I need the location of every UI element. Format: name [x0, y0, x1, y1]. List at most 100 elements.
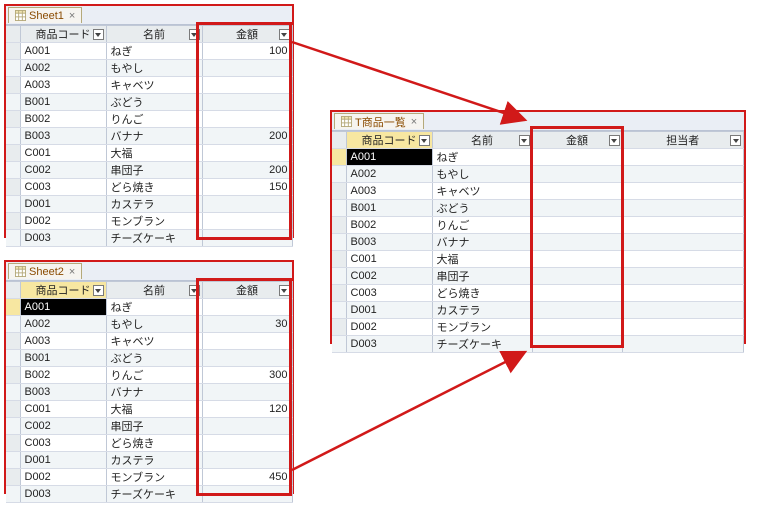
- grid-sheet1[interactable]: 商品コード 名前 金額 A001ねぎ100A002もやしA003キャベツB001…: [6, 25, 293, 247]
- cell-amount[interactable]: [202, 350, 292, 367]
- cell-code[interactable]: D003: [346, 336, 432, 353]
- cell-amount[interactable]: [202, 94, 292, 111]
- cell-name[interactable]: どら焼き: [432, 285, 532, 302]
- cell-code[interactable]: D003: [20, 486, 106, 503]
- row-selector[interactable]: [6, 401, 20, 418]
- table-row[interactable]: A001ねぎ: [6, 299, 292, 316]
- cell-rep[interactable]: [622, 336, 744, 353]
- cell-name[interactable]: モンブラン: [106, 469, 202, 486]
- table-row[interactable]: D001カステラ: [332, 302, 744, 319]
- cell-name[interactable]: キャベツ: [106, 77, 202, 94]
- chevron-down-icon[interactable]: [279, 29, 290, 40]
- cell-amount[interactable]: [202, 435, 292, 452]
- cell-amount[interactable]: [532, 302, 622, 319]
- cell-code[interactable]: B001: [20, 350, 106, 367]
- cell-code[interactable]: A003: [20, 333, 106, 350]
- cell-code[interactable]: C001: [20, 401, 106, 418]
- cell-amount[interactable]: 150: [202, 179, 292, 196]
- row-selector[interactable]: [6, 469, 20, 486]
- cell-amount[interactable]: 300: [202, 367, 292, 384]
- chevron-down-icon[interactable]: [279, 285, 290, 296]
- grid-target[interactable]: 商品コード 名前 金額 担当者 A001ねぎA002もやしA003キャベツB00…: [332, 131, 744, 353]
- row-selector[interactable]: [6, 299, 20, 316]
- cell-name[interactable]: 大福: [106, 145, 202, 162]
- table-row[interactable]: C003どら焼き150: [6, 179, 292, 196]
- cell-code[interactable]: C002: [346, 268, 432, 285]
- table-row[interactable]: B001ぶどう: [6, 94, 292, 111]
- row-selector[interactable]: [6, 367, 20, 384]
- row-selector[interactable]: [6, 43, 20, 60]
- cell-code[interactable]: B001: [346, 200, 432, 217]
- cell-amount[interactable]: 120: [202, 401, 292, 418]
- cell-code[interactable]: B002: [346, 217, 432, 234]
- cell-code[interactable]: C003: [20, 435, 106, 452]
- tab-sheet2[interactable]: Sheet2 ×: [8, 263, 82, 279]
- table-row[interactable]: D003チーズケーキ: [6, 230, 292, 247]
- col-header-name[interactable]: 名前: [106, 26, 202, 43]
- cell-amount[interactable]: [532, 251, 622, 268]
- cell-code[interactable]: A002: [20, 316, 106, 333]
- cell-name[interactable]: 大福: [432, 251, 532, 268]
- cell-name[interactable]: チーズケーキ: [106, 486, 202, 503]
- cell-name[interactable]: バナナ: [106, 384, 202, 401]
- cell-amount[interactable]: 30: [202, 316, 292, 333]
- table-row[interactable]: A003キャベツ: [332, 183, 744, 200]
- cell-amount[interactable]: [202, 77, 292, 94]
- cell-amount[interactable]: [532, 336, 622, 353]
- table-row[interactable]: C002串団子: [332, 268, 744, 285]
- row-selector[interactable]: [6, 128, 20, 145]
- chevron-down-icon[interactable]: [93, 285, 104, 296]
- table-row[interactable]: B003バナナ: [332, 234, 744, 251]
- cell-name[interactable]: ぶどう: [432, 200, 532, 217]
- cell-code[interactable]: C002: [20, 162, 106, 179]
- cell-name[interactable]: 串団子: [106, 418, 202, 435]
- cell-amount[interactable]: [532, 166, 622, 183]
- cell-amount[interactable]: [202, 418, 292, 435]
- cell-name[interactable]: キャベツ: [106, 333, 202, 350]
- row-selector[interactable]: [332, 183, 346, 200]
- cell-code[interactable]: B002: [20, 367, 106, 384]
- row-selector[interactable]: [6, 384, 20, 401]
- table-row[interactable]: B002りんご300: [6, 367, 292, 384]
- table-row[interactable]: A003キャベツ: [6, 333, 292, 350]
- table-row[interactable]: C001大福: [6, 145, 292, 162]
- col-header-code[interactable]: 商品コード: [346, 132, 432, 149]
- cell-rep[interactable]: [622, 268, 744, 285]
- cell-code[interactable]: A001: [20, 43, 106, 60]
- cell-name[interactable]: カステラ: [106, 196, 202, 213]
- cell-name[interactable]: りんご: [106, 367, 202, 384]
- table-row[interactable]: A002もやし: [6, 60, 292, 77]
- row-selector[interactable]: [6, 418, 20, 435]
- table-row[interactable]: D002モンブラン: [6, 213, 292, 230]
- cell-amount[interactable]: [532, 217, 622, 234]
- cell-amount[interactable]: 100: [202, 43, 292, 60]
- cell-amount[interactable]: [532, 285, 622, 302]
- cell-name[interactable]: 串団子: [106, 162, 202, 179]
- tab-sheet1[interactable]: Sheet1 ×: [8, 7, 82, 23]
- cell-name[interactable]: りんご: [432, 217, 532, 234]
- cell-code[interactable]: A002: [346, 166, 432, 183]
- cell-name[interactable]: ねぎ: [432, 149, 532, 166]
- cell-code[interactable]: C003: [346, 285, 432, 302]
- cell-code[interactable]: D001: [20, 452, 106, 469]
- cell-amount[interactable]: [202, 384, 292, 401]
- table-row[interactable]: B001ぶどう: [6, 350, 292, 367]
- row-selector[interactable]: [6, 145, 20, 162]
- cell-rep[interactable]: [622, 149, 744, 166]
- row-selector[interactable]: [6, 435, 20, 452]
- col-header-amount[interactable]: 金額: [202, 282, 292, 299]
- cell-name[interactable]: りんご: [106, 111, 202, 128]
- row-selector[interactable]: [6, 94, 20, 111]
- cell-rep[interactable]: [622, 200, 744, 217]
- cell-amount[interactable]: [202, 213, 292, 230]
- cell-name[interactable]: もやし: [106, 316, 202, 333]
- cell-amount[interactable]: [202, 230, 292, 247]
- row-selector[interactable]: [332, 166, 346, 183]
- row-selector[interactable]: [6, 230, 20, 247]
- cell-code[interactable]: D002: [346, 319, 432, 336]
- cell-name[interactable]: カステラ: [106, 452, 202, 469]
- cell-name[interactable]: ねぎ: [106, 299, 202, 316]
- row-selector-header[interactable]: [6, 26, 20, 43]
- cell-code[interactable]: B003: [346, 234, 432, 251]
- row-selector[interactable]: [6, 111, 20, 128]
